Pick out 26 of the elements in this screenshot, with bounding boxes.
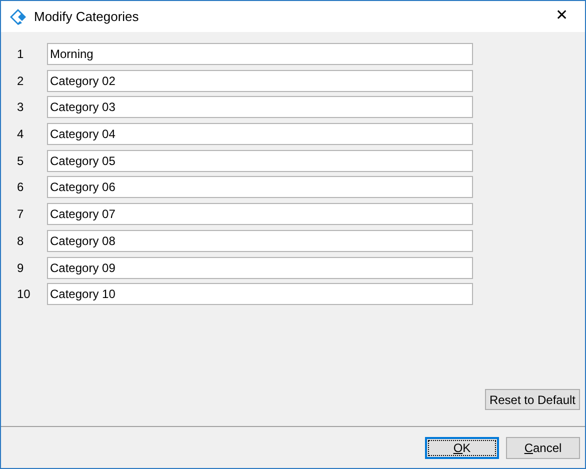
row-number: 7 <box>17 206 25 224</box>
reset-button[interactable]: Reset to Default <box>485 389 580 410</box>
category-field[interactable]: Category 06 <box>47 176 473 198</box>
category-field[interactable]: Category 07 <box>47 203 473 226</box>
row-number: 10 <box>17 286 32 304</box>
category-field[interactable]: Category 04 <box>47 123 473 146</box>
row-number: 2 <box>17 72 25 90</box>
category-field[interactable]: Category 05 <box>47 150 473 172</box>
category-field[interactable]: Category 10 <box>47 283 473 306</box>
ok-button[interactable]: OK <box>425 436 499 458</box>
row-number: 1 <box>17 46 25 63</box>
category-field[interactable]: Category 03 <box>47 96 473 118</box>
row-number: 8 <box>17 232 25 250</box>
row-number: 3 <box>17 99 25 116</box>
app-logo-icon <box>9 8 27 26</box>
category-field[interactable]: Category 09 <box>47 256 473 278</box>
row-number: 6 <box>17 179 25 196</box>
cancel-button[interactable]: Cancel <box>506 436 580 458</box>
close-button[interactable]: ✕ <box>539 1 585 32</box>
window-title: Modify Categories <box>34 8 139 26</box>
row-number: 5 <box>17 152 25 170</box>
category-field[interactable]: Category 08 <box>47 230 473 252</box>
row-number: 4 <box>17 126 25 144</box>
category-field[interactable]: Morning <box>47 43 473 65</box>
row-number: 9 <box>17 260 25 276</box>
category-field[interactable]: Category 02 <box>47 70 473 92</box>
